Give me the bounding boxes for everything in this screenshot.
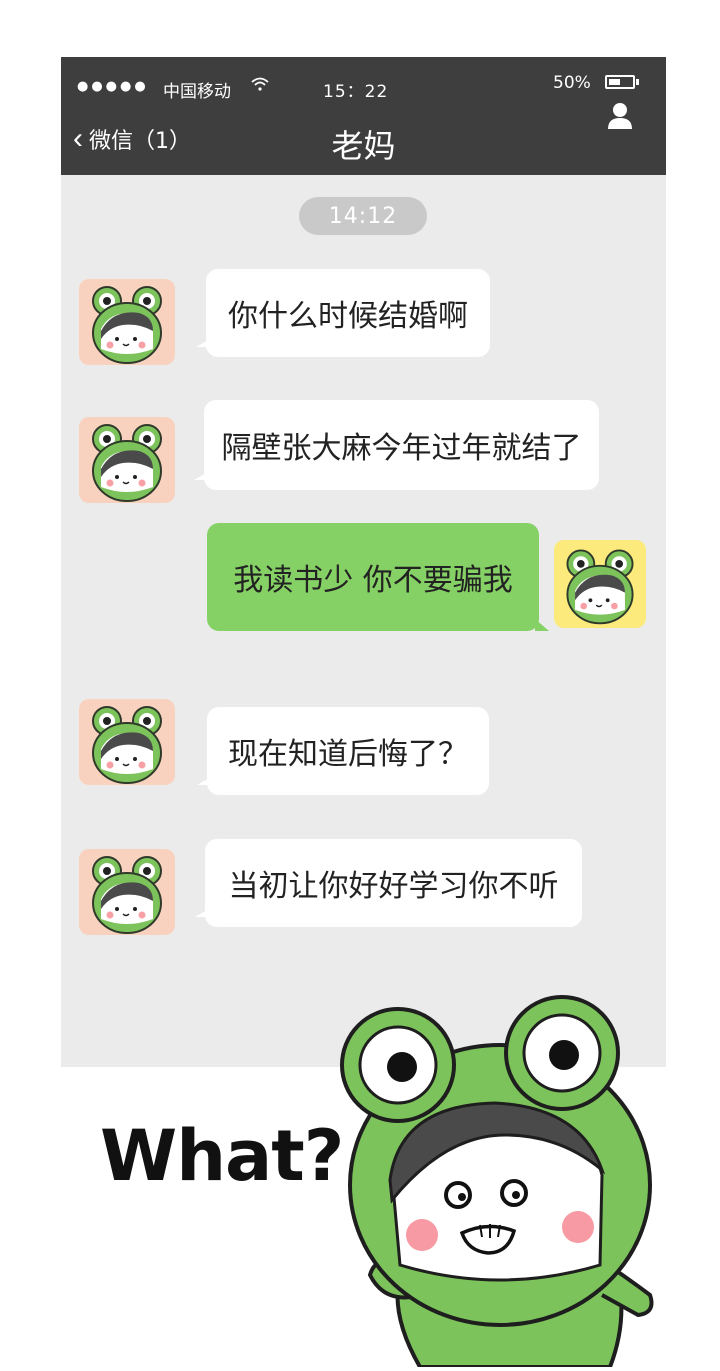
chat-screen: ●●●●● 中国移动 15：22 50% ‹ 微信（1） 老妈 14:12 你什… [61,57,666,1067]
signal-strength: ●●●●● [77,79,149,94]
avatar-me[interactable] [554,540,646,628]
avatar-mom[interactable] [79,417,175,503]
avatar-mom[interactable] [79,279,175,365]
status-time: 15：22 [323,82,389,102]
top-bar: ●●●●● 中国移动 15：22 50% ‹ 微信（1） 老妈 [61,57,666,175]
message-bubble[interactable]: 隔壁张大麻今年过年就结了 [194,400,599,490]
avatar-mom[interactable] [79,699,175,785]
wifi-icon [251,77,269,95]
message-bubble[interactable]: 现在知道后悔了？ [197,707,489,795]
chat-timestamp: 14:12 [299,197,427,235]
message-text: 隔壁张大麻今年过年就结了 [221,431,582,466]
message-text: 现在知道后悔了？ [228,737,468,772]
battery-tip [636,79,639,85]
message-text: 你什么时候结婚啊 [228,299,468,334]
battery-percent: 50% [553,73,591,93]
battery-icon [605,75,635,89]
message-bubble[interactable]: 你什么时候结婚啊 [196,269,490,357]
message-text: 当初让你好好学习你不听 [228,869,559,904]
avatar-mom[interactable] [79,849,175,935]
message-bubble[interactable]: 当初让你好好学习你不听 [195,839,582,927]
message-text: 我读书少 你不要骗我 [233,563,513,598]
chat-title: 老妈 [331,127,396,165]
caption-text: What? [100,1115,344,1197]
message-bubble-mine[interactable]: 我读书少 你不要骗我 [207,523,549,631]
frog-character-illustration [330,995,660,1369]
carrier-name: 中国移动 [163,82,231,102]
person-icon[interactable] [606,101,634,131]
